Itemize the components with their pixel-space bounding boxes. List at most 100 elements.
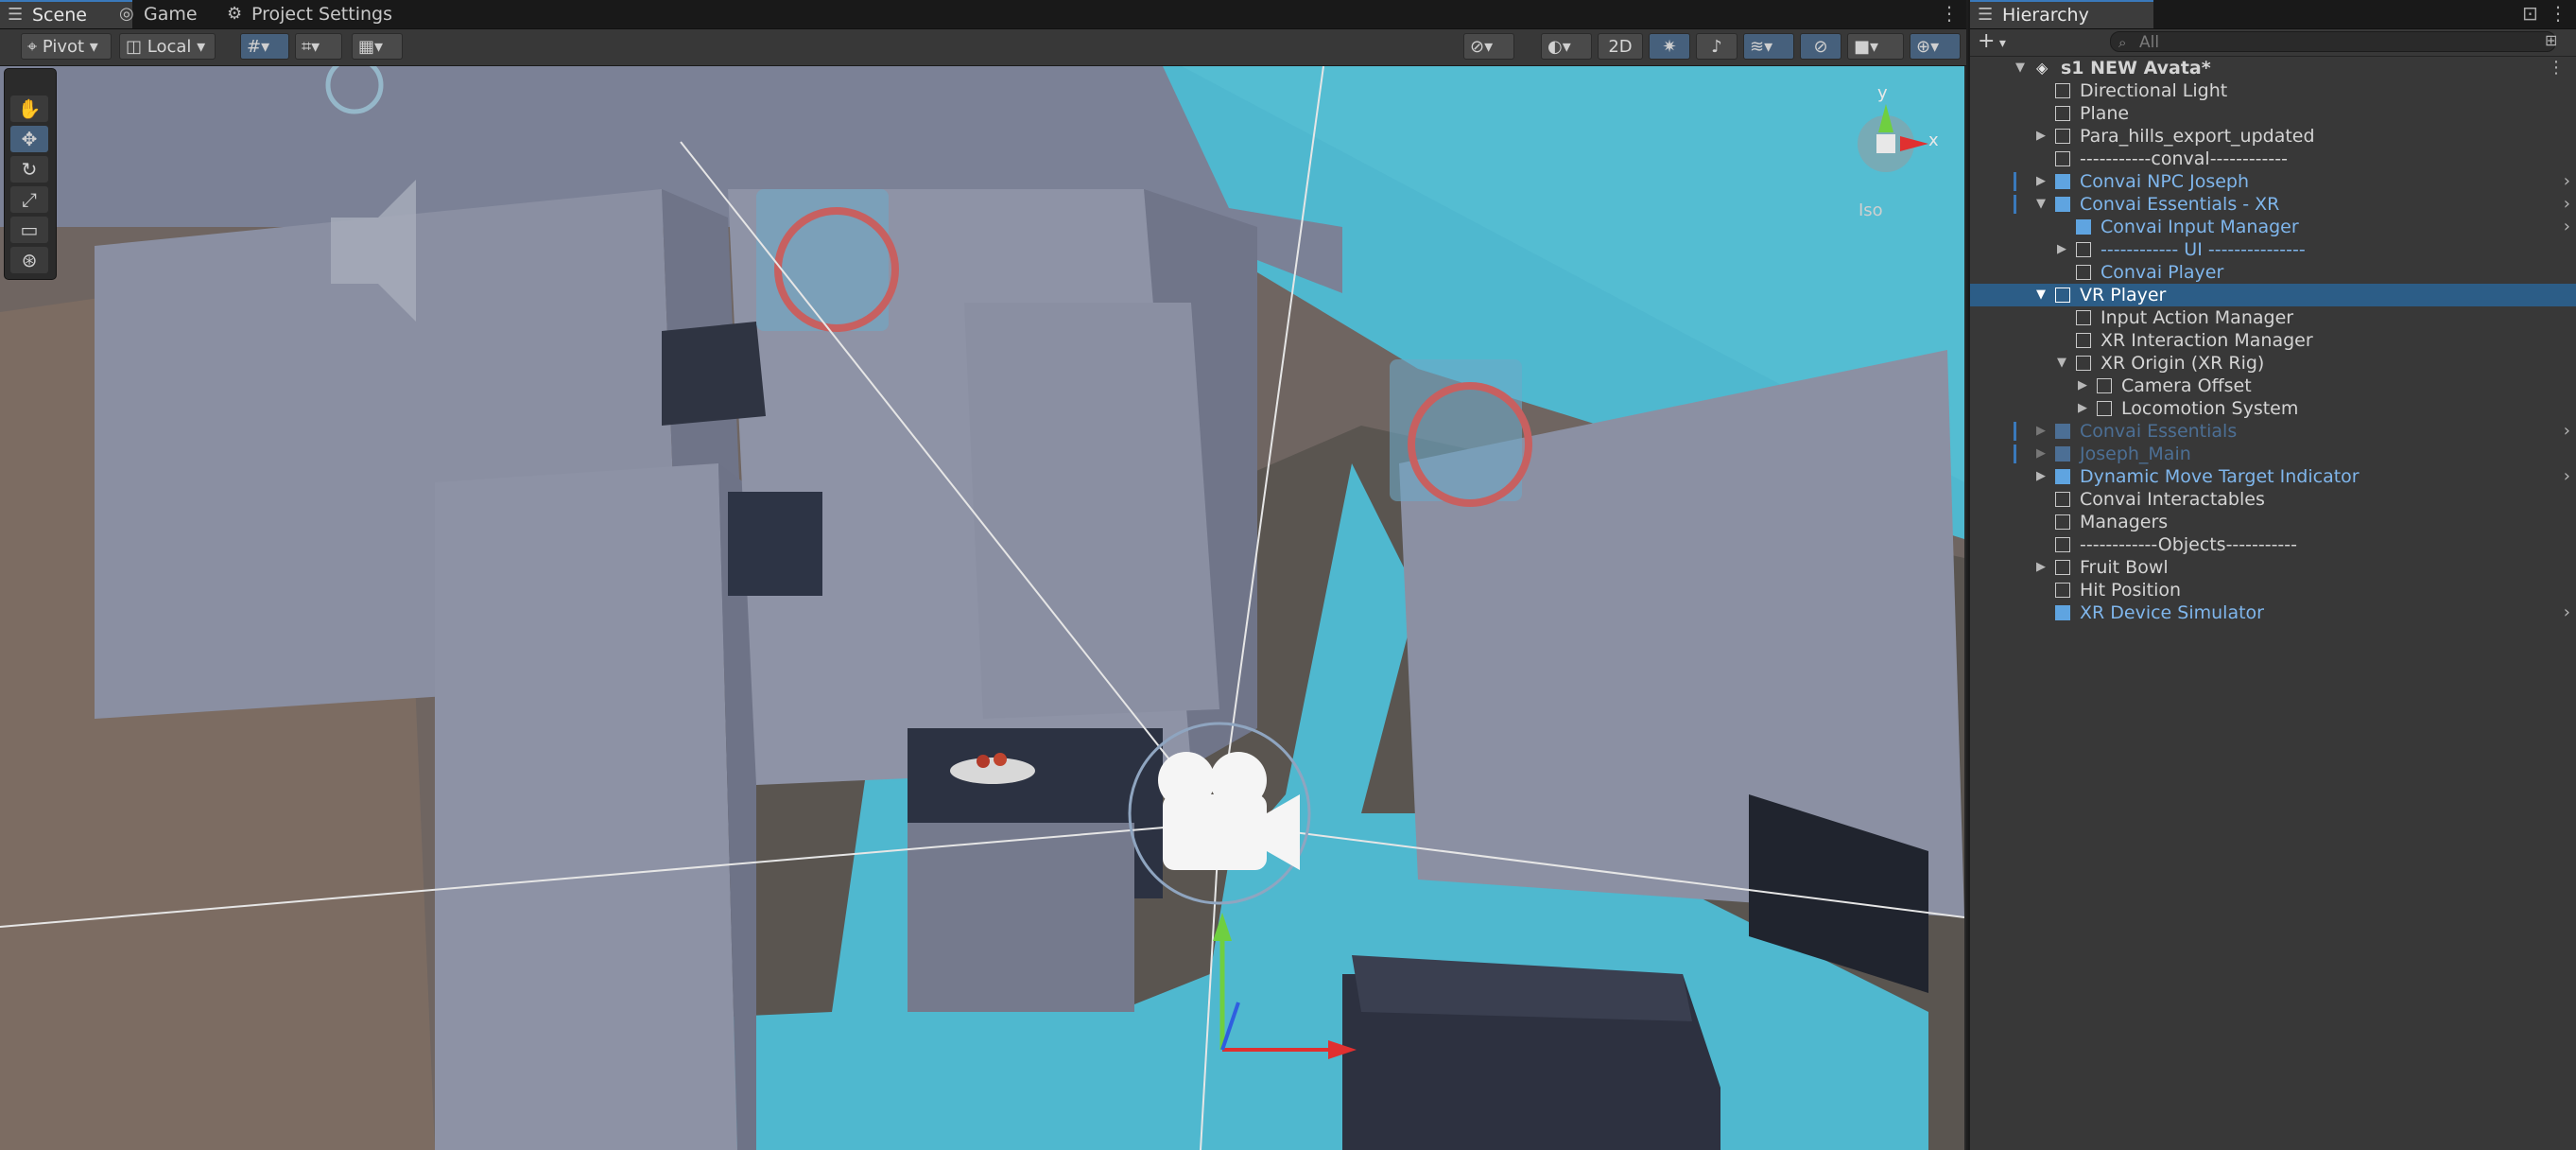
local-dropdown[interactable]: ◫ Local ▾	[119, 33, 216, 60]
transform-tool-button[interactable]: ⊛	[10, 247, 48, 273]
tree-item[interactable]: Convai Input Manager ›	[1970, 216, 2576, 238]
tree-item[interactable]: ▼ Convai Essentials - XR ›	[1970, 193, 2576, 216]
tree-item[interactable]: ▶ ------------ UI ---------------	[1970, 238, 2576, 261]
hierarchy-tabbar: ☰ Hierarchy ⊡ ⋮	[1970, 0, 2576, 29]
rotate-tool-button[interactable]: ↻	[10, 156, 48, 183]
expand-arrow-icon[interactable]: ▼	[2015, 57, 2025, 79]
chevron-right-icon[interactable]: ›	[2564, 465, 2570, 488]
pivot-icon: ⌖	[27, 37, 38, 57]
gameobject-icon	[2055, 537, 2070, 552]
collapse-arrow-icon[interactable]: ▶	[2078, 397, 2087, 420]
tree-item[interactable]: ▶ Locomotion System	[1970, 397, 2576, 420]
grid-snap-button[interactable]: #▾	[240, 33, 289, 60]
fridge-block	[964, 303, 1219, 719]
gameobject-icon	[2055, 129, 2070, 144]
scene-menu-icon[interactable]: ⋮	[2548, 57, 2565, 79]
tree-item[interactable]: Convai Interactables	[1970, 488, 2576, 511]
tree-item[interactable]: Convai Player	[1970, 261, 2576, 284]
tree-item[interactable]: XR Interaction Manager	[1970, 329, 2576, 352]
tree-item[interactable]: Directional Light	[1970, 79, 2576, 102]
projection-label[interactable]: Iso	[1859, 200, 1883, 220]
effects-toggle[interactable]: ≋▾	[1743, 33, 1794, 60]
lighting-toggle[interactable]: ✷	[1649, 33, 1690, 60]
scene-toolbar: ⌖ Pivot ▾ ◫ Local ▾ #▾ ⌗▾ ▦▾ ⊘▾ ◐▾ 2D ✷ …	[0, 29, 1966, 66]
tree-item[interactable]: Input Action Manager	[1970, 306, 2576, 329]
collapse-arrow-icon[interactable]: ▶	[2036, 170, 2046, 193]
island-body	[908, 823, 1134, 1012]
tree-item[interactable]: ▶ Camera Offset	[1970, 375, 2576, 397]
grid-visibility-icon: ▦▾	[358, 37, 384, 57]
chevron-right-icon[interactable]: ›	[2564, 193, 2570, 216]
pivot-dropdown[interactable]: ⌖ Pivot ▾	[21, 33, 112, 60]
hidden-objects-toggle[interactable]: ⊘	[1800, 33, 1841, 60]
tree-item-selected[interactable]: ▼ VR Player	[1970, 284, 2576, 306]
add-object-button[interactable]: + ▾	[1978, 29, 2006, 56]
gizmo-center[interactable]	[1876, 134, 1895, 153]
effects-layers-icon: ≋▾	[1750, 37, 1773, 57]
tree-item[interactable]: -----------conval------------	[1970, 148, 2576, 170]
tree-item[interactable]: ▶ Convai NPC Joseph ›	[1970, 170, 2576, 193]
increment-snap-icon: ⌗▾	[302, 37, 320, 57]
collapse-arrow-icon[interactable]: ▶	[2036, 556, 2046, 579]
search-filter-icon[interactable]: ⊞	[2545, 31, 2557, 49]
hand-tool-button[interactable]: ✋	[10, 96, 48, 122]
tab-hierarchy[interactable]: ☰ Hierarchy	[1970, 0, 2153, 28]
scale-tool-button[interactable]: ⤢	[10, 186, 48, 213]
gizmo-x-label: x	[1928, 131, 1939, 150]
camera-settings-button[interactable]: ■▾	[1847, 33, 1904, 60]
collapse-arrow-icon[interactable]: ▶	[2036, 125, 2046, 148]
gameobject-icon	[2097, 378, 2112, 393]
gameobject-icon	[2055, 106, 2070, 121]
prefab-icon	[2055, 424, 2070, 439]
gizmos-button[interactable]: ⊕▾	[1910, 33, 1961, 60]
hierarchy-menu-icon[interactable]: ⋮	[2549, 2, 2567, 25]
chevron-right-icon[interactable]: ›	[2564, 216, 2570, 238]
modified-indicator	[2014, 422, 2016, 441]
gameobject-icon	[2055, 514, 2070, 530]
collapse-arrow-icon[interactable]: ▶	[2036, 465, 2046, 488]
tab-project-settings[interactable]: ⚙ Project Settings	[219, 0, 441, 28]
tree-item[interactable]: Plane	[1970, 102, 2576, 125]
increment-snap-button[interactable]: ⌗▾	[295, 33, 342, 60]
tree-item[interactable]: ▶ Dynamic Move Target Indicator ›	[1970, 465, 2576, 488]
gameobject-icon	[2076, 310, 2091, 325]
grid-visibility-button[interactable]: ▦▾	[352, 33, 403, 60]
tree-item[interactable]: Hit Position	[1970, 579, 2576, 601]
mode-2d-button[interactable]: 2D	[1598, 33, 1643, 60]
prefab-icon	[2055, 174, 2070, 189]
tree-item[interactable]: ▶ Para_hills_export_updated	[1970, 125, 2576, 148]
lock-icon[interactable]: ⊡	[2522, 2, 2538, 25]
scene-panel: ☰ Scene ◎ Game ⚙ Project Settings ⋮ ⌖ Pi…	[0, 0, 1966, 1150]
tree-item[interactable]: ------------Objects-----------	[1970, 533, 2576, 556]
collapse-arrow-icon[interactable]: ▶	[2036, 420, 2046, 443]
rect-tool-button[interactable]: ▭	[10, 217, 48, 243]
tree-item[interactable]: ▼ XR Origin (XR Rig)	[1970, 352, 2576, 375]
scene-menu-icon[interactable]: ⋮	[1940, 2, 1959, 25]
collapse-arrow-icon[interactable]: ▶	[2036, 443, 2046, 465]
camera-icon: ■▾	[1854, 37, 1879, 57]
chevron-right-icon[interactable]: ›	[2564, 420, 2570, 443]
tree-item[interactable]: Managers	[1970, 511, 2576, 533]
hierarchy-search-input[interactable]: ⌕ All	[2110, 31, 2556, 52]
local-cube-icon: ◫	[126, 37, 143, 57]
scene-viewport[interactable]: y x Iso	[0, 66, 1964, 1150]
marble-counter	[728, 492, 822, 596]
shading-mode-button[interactable]: ◐▾	[1541, 33, 1592, 60]
audio-toggle[interactable]: ♪	[1696, 33, 1738, 60]
collapse-arrow-icon[interactable]: ▶	[2078, 375, 2087, 397]
draw-mode-button[interactable]: ⊘▾	[1463, 33, 1514, 60]
expand-arrow-icon[interactable]: ▼	[2036, 284, 2046, 306]
tree-item-scene[interactable]: ▼ ◈ s1 NEW Avata* ⋮	[1970, 57, 2576, 79]
tree-item[interactable]: ▶ Convai Essentials ›	[1970, 420, 2576, 443]
collapse-arrow-icon[interactable]: ▶	[2057, 238, 2066, 261]
expand-arrow-icon[interactable]: ▼	[2057, 352, 2066, 375]
tree-item[interactable]: ▶ Joseph_Main	[1970, 443, 2576, 465]
chevron-right-icon[interactable]: ›	[2564, 601, 2570, 624]
expand-arrow-icon[interactable]: ▼	[2036, 193, 2046, 216]
chevron-right-icon[interactable]: ›	[2564, 170, 2570, 193]
fruit	[994, 753, 1007, 766]
tree-item[interactable]: ▶ Fruit Bowl	[1970, 556, 2576, 579]
tree-item[interactable]: XR Device Simulator ›	[1970, 601, 2576, 624]
move-tool-button[interactable]: ✥	[10, 126, 48, 152]
shading-sphere-icon: ◐▾	[1547, 37, 1571, 57]
